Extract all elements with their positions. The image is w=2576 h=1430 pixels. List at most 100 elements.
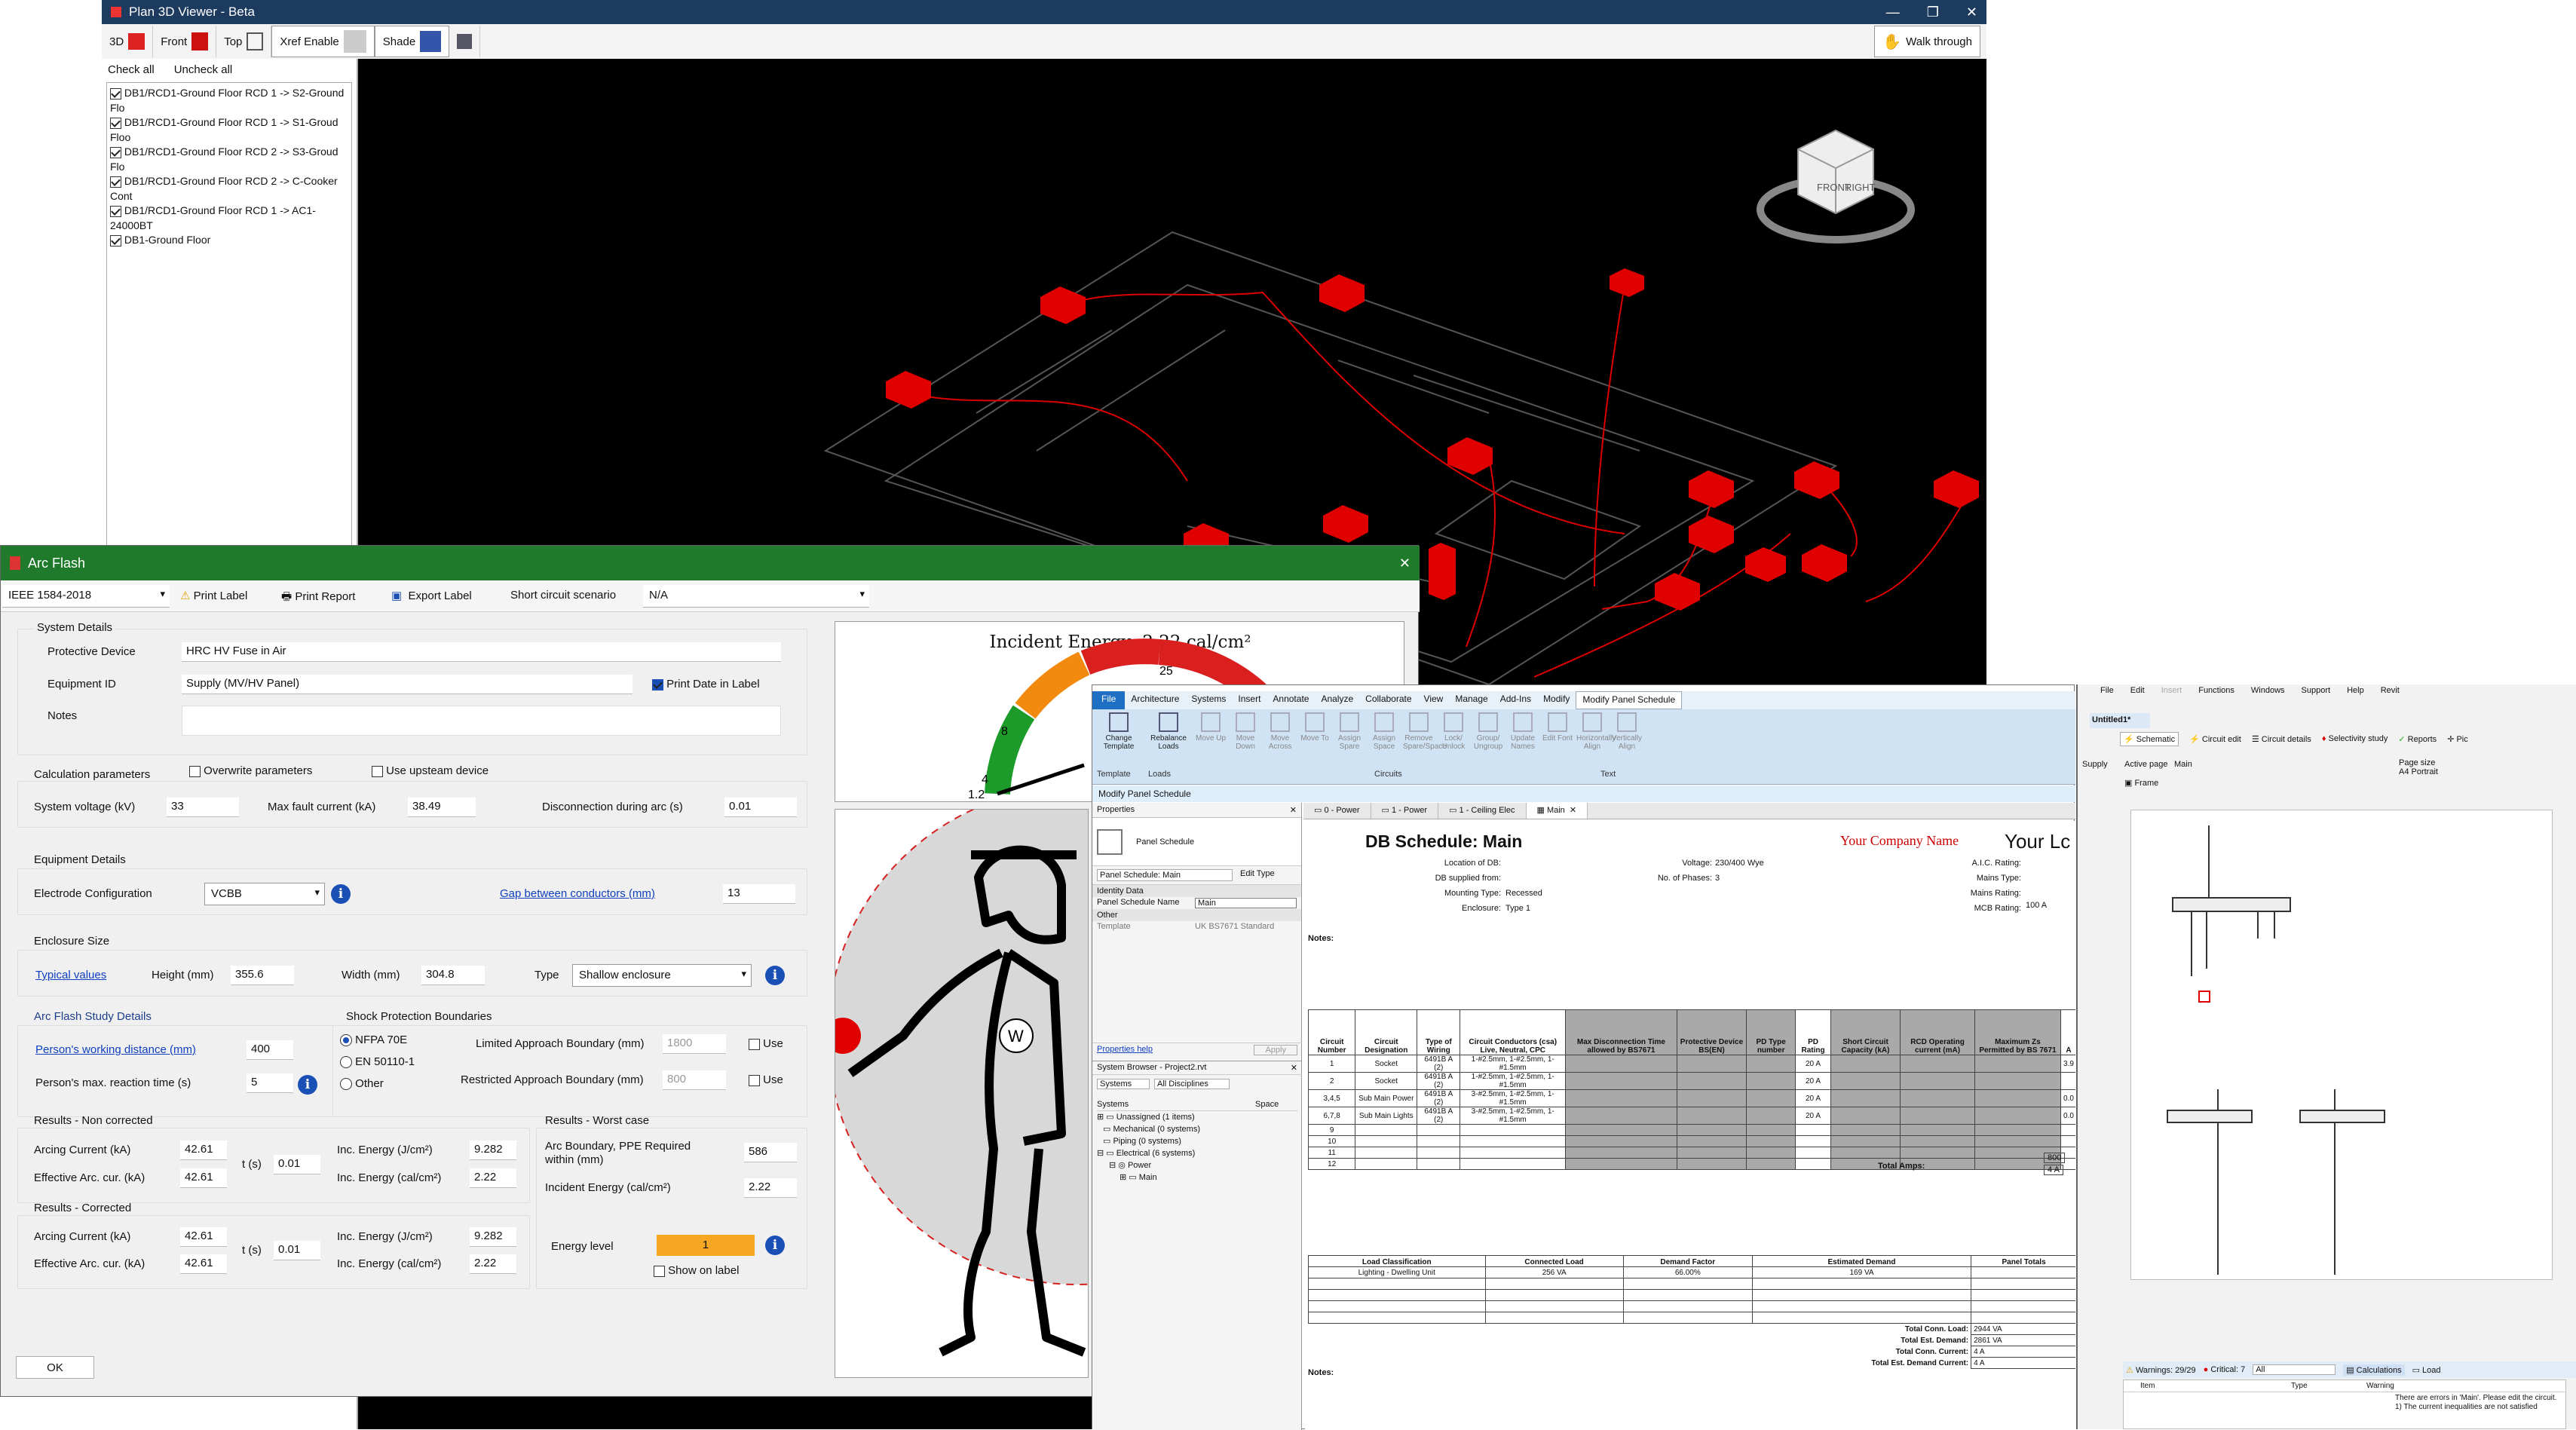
- pic-tab[interactable]: ✛ Pic: [2447, 734, 2468, 744]
- layer-item[interactable]: DB1/RCD1-Ground Floor RCD 2 -> S3-Groud …: [110, 145, 348, 174]
- view-tab[interactable]: ▭ 1 - Ceiling Elec: [1438, 803, 1527, 819]
- ribbon-button[interactable]: Move To: [1299, 712, 1331, 751]
- tree-item[interactable]: ⊞ ▭ Unassigned (1 items): [1097, 1111, 1297, 1123]
- show-on-label-checkbox[interactable]: Show on label: [654, 1264, 739, 1277]
- ribbon-button[interactable]: Move Across: [1264, 712, 1296, 751]
- menu-revit[interactable]: Revit: [2381, 686, 2400, 701]
- table-row[interactable]: 10: [1307, 1135, 2075, 1147]
- ribbon-button[interactable]: Change Template: [1095, 712, 1142, 751]
- other-radio[interactable]: Other: [340, 1077, 384, 1091]
- overwrite-checkbox[interactable]: Overwrite parameters: [189, 764, 312, 777]
- template-field[interactable]: UK BS7671 Standard: [1195, 922, 1274, 931]
- notes-field[interactable]: [182, 706, 781, 736]
- menu-functions[interactable]: Functions: [2198, 686, 2234, 701]
- layer-item[interactable]: DB1/RCD1-Ground Floor RCD 2 -> C-Cooker …: [110, 174, 348, 204]
- table-row[interactable]: 6,7,8 Sub Main Lights 6491B A (2) 3-#2.5mm,…: [1307, 1107, 2075, 1125]
- typical-values-link[interactable]: Typical values: [35, 969, 106, 981]
- doc-tab[interactable]: Untitled1*: [2090, 713, 2150, 728]
- page-dropdown[interactable]: Main: [2174, 760, 2265, 769]
- tab-analyze[interactable]: Analyze: [1315, 691, 1359, 709]
- load-row[interactable]: Lighting - Dwelling Unit 256 VA 66.00% 169 …: [1308, 1266, 2075, 1278]
- standard-select[interactable]: IEEE 1584-2018: [2, 585, 170, 608]
- ribbon-button[interactable]: Edit Font: [1542, 712, 1573, 751]
- tab-insert[interactable]: Insert: [1232, 691, 1267, 709]
- width-field[interactable]: 304.8: [421, 966, 485, 985]
- critical-count[interactable]: ● Critical: 7: [2204, 1365, 2246, 1374]
- tab-modify-panel-schedule[interactable]: Modify Panel Schedule: [1576, 691, 1683, 709]
- tree-item[interactable]: ⊟ ▭ Electrical (6 systems): [1097, 1147, 1297, 1159]
- view-tab[interactable]: ▭ 1 - Power: [1371, 803, 1439, 819]
- layer-item[interactable]: DB1/RCD1-Ground Floor RCD 1 -> S2-Ground…: [110, 86, 348, 115]
- ribbon-button[interactable]: Group/ Ungroup: [1472, 712, 1504, 751]
- circuit-details-tab[interactable]: ☰ Circuit details: [2252, 734, 2311, 744]
- restricted-boundary-field[interactable]: 800: [663, 1070, 726, 1090]
- table-row[interactable]: 1 Socket 6491B A (2) 1-#2.5mm, 1-#2.5mm, 1-…: [1307, 1055, 2075, 1073]
- system-voltage-field[interactable]: 33: [167, 798, 239, 817]
- ribbon-button[interactable]: Remove Spare/Space: [1403, 712, 1447, 751]
- limited-use-checkbox[interactable]: Use: [749, 1037, 783, 1050]
- circuit-edit-tab[interactable]: ⚡ Circuit edit: [2189, 734, 2241, 744]
- table-row[interactable]: 11: [1307, 1147, 2075, 1159]
- page-size-dropdown[interactable]: A4 Portrait: [2399, 767, 2474, 776]
- menu-insert[interactable]: Insert: [2161, 686, 2182, 701]
- tab-architecture[interactable]: Architecture: [1125, 691, 1185, 709]
- gap-field[interactable]: 13: [723, 884, 795, 904]
- warning-text[interactable]: There are errors in 'Main'. Please edit …: [2395, 1394, 2561, 1412]
- shade-button[interactable]: Shade: [374, 26, 450, 57]
- selectivity-tab[interactable]: ♦ Selectivity study: [2322, 734, 2388, 743]
- ribbon-button[interactable]: Update Names: [1507, 712, 1539, 751]
- close-icon[interactable]: ✕: [1290, 805, 1297, 815]
- menu-edit[interactable]: Edit: [2130, 686, 2145, 701]
- disconnection-field[interactable]: 0.01: [724, 798, 797, 817]
- max-fault-field[interactable]: 38.49: [408, 798, 476, 817]
- edit-type-button[interactable]: Edit Type: [1240, 869, 1275, 881]
- layer-item[interactable]: DB1/RCD1-Ground Floor RCD 1 -> AC1-24000…: [110, 204, 348, 233]
- view-3d-button[interactable]: 3D: [102, 26, 154, 57]
- close-icon[interactable]: ✕: [1399, 556, 1411, 571]
- tab-systems[interactable]: Systems: [1185, 691, 1232, 709]
- tree-item[interactable]: ▭ Piping (0 systems): [1097, 1135, 1297, 1147]
- nfpa-radio[interactable]: NFPA 70E: [340, 1033, 407, 1047]
- tab-modify[interactable]: Modify: [1537, 691, 1576, 709]
- check-all-button[interactable]: Check all: [108, 63, 155, 76]
- warnings-filter[interactable]: All: [2253, 1364, 2336, 1375]
- view-front-button[interactable]: Front: [153, 26, 217, 57]
- layer-item[interactable]: DB1-Ground Floor: [110, 233, 348, 248]
- view-tab-active[interactable]: ▦ Main ✕: [1526, 803, 1588, 819]
- close-icon[interactable]: ✕: [1291, 1063, 1297, 1073]
- frame-checkbox[interactable]: ▣ Frame: [2124, 778, 2158, 788]
- height-field[interactable]: 355.6: [231, 966, 294, 985]
- tab-annotate[interactable]: Annotate: [1267, 691, 1315, 709]
- tree-item[interactable]: ⊞ ▭ Main: [1097, 1171, 1297, 1184]
- upstream-checkbox[interactable]: Use upsteam device: [372, 764, 489, 777]
- maximize-icon[interactable]: ❐: [1927, 5, 1939, 20]
- tab-file[interactable]: File: [1092, 691, 1126, 709]
- layer-item[interactable]: DB1/RCD1-Ground Floor RCD 1 -> S1-Groud …: [110, 115, 348, 145]
- load-tab[interactable]: ▭ Load: [2412, 1365, 2441, 1375]
- equipment-id-field[interactable]: Supply (MV/HV Panel): [182, 675, 633, 694]
- tab-collaborate[interactable]: Collaborate: [1359, 691, 1417, 709]
- working-distance-link[interactable]: Person's working distance (mm): [35, 1043, 196, 1056]
- reports-tab[interactable]: ✓ Reports: [2398, 734, 2437, 744]
- export-label-button[interactable]: ▣ Export Label: [391, 589, 472, 602]
- save-icon[interactable]: [449, 26, 481, 57]
- properties-help-link[interactable]: Properties help: [1097, 1045, 1153, 1055]
- protective-device-field[interactable]: HRC HV Fuse in Air: [182, 642, 781, 662]
- enclosure-type-select[interactable]: Shallow enclosure: [572, 964, 752, 987]
- calculations-tab[interactable]: ▤ Calculations: [2343, 1364, 2405, 1376]
- print-date-checkbox[interactable]: Print Date in Label: [652, 678, 760, 691]
- schematic-tab[interactable]: ⚡ Schematic: [2120, 731, 2179, 746]
- gap-link[interactable]: Gap between conductors (mm): [500, 887, 655, 900]
- ribbon-button[interactable]: Move Up: [1195, 712, 1227, 751]
- ribbon-button[interactable]: Move Down: [1230, 712, 1261, 751]
- ribbon-button[interactable]: Rebalance Loads: [1145, 712, 1192, 751]
- schematic-canvas[interactable]: [2130, 810, 2553, 1280]
- tree-item[interactable]: ⊟ ◎ Power: [1097, 1159, 1297, 1171]
- working-distance-field[interactable]: 400: [247, 1040, 293, 1060]
- view-top-button[interactable]: Top: [216, 26, 272, 57]
- restricted-use-checkbox[interactable]: Use: [749, 1073, 783, 1086]
- menu-windows[interactable]: Windows: [2251, 686, 2285, 701]
- table-row[interactable]: 3,4,5 Sub Main Power 6491B A (2) 3-#2.5mm, …: [1307, 1089, 2075, 1107]
- table-row[interactable]: 2 Socket 6491B A (2) 1-#2.5mm, 1-#2.5mm, 1-…: [1307, 1072, 2075, 1090]
- ribbon-button[interactable]: Vertically Align: [1611, 712, 1643, 751]
